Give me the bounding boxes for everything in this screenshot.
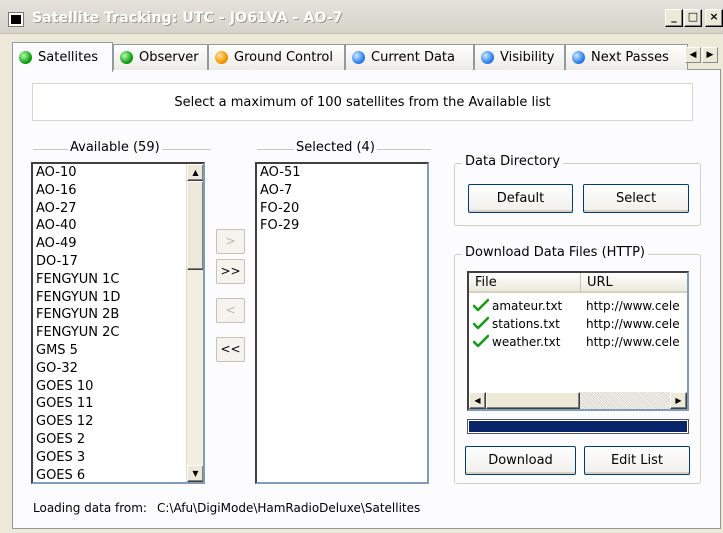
- scroll-left-button[interactable]: ◀: [469, 392, 486, 409]
- close-button[interactable]: ×: [705, 9, 723, 27]
- file-url: http://www.cele: [586, 299, 680, 313]
- tab-satellites[interactable]: Satellites: [12, 42, 113, 72]
- data-directory-legend: Data Directory: [462, 154, 564, 169]
- blue-ball-icon: [481, 51, 494, 64]
- column-header-file[interactable]: File: [469, 273, 581, 293]
- tab-strip: Satellites Observer Ground Control Curre…: [12, 42, 723, 72]
- remove-selected-button[interactable]: <: [216, 298, 245, 323]
- download-file-row[interactable]: amateur.txt http://www.cele: [469, 297, 687, 315]
- tab-ground-control[interactable]: Ground Control: [208, 44, 345, 70]
- available-list-item[interactable]: AO-40: [33, 217, 203, 235]
- scroll-up-button[interactable]: ▲: [187, 164, 203, 181]
- window-title: Satellite Tracking: UTC - JO61VA - AO-7: [32, 10, 343, 26]
- file-url: http://www.cele: [586, 335, 680, 349]
- available-listbox[interactable]: AO-10 AO-16 AO-27 AO-40 AO-49 DO-17 FENGYUN 1C…: [31, 162, 205, 484]
- tab-current-data[interactable]: Current Data: [345, 44, 474, 70]
- download-file-row[interactable]: weather.txt http://www.cele: [469, 333, 687, 351]
- progress-fill: [469, 421, 687, 432]
- tab-label: Current Data: [371, 50, 455, 65]
- available-list-item[interactable]: FENGYUN 1D: [33, 289, 203, 307]
- download-progress-bar: [467, 419, 689, 434]
- available-items: AO-10 AO-16 AO-27 AO-40 AO-49 DO-17 FENGYUN 1C…: [33, 164, 203, 482]
- orange-ball-icon: [215, 51, 228, 64]
- selected-caption: Selected (4): [294, 140, 377, 155]
- title-bar[interactable]: Satellite Tracking: UTC - JO61VA - AO-7 …: [0, 0, 723, 34]
- available-list-item[interactable]: AO-10: [33, 164, 203, 182]
- available-list-item[interactable]: GOES 12: [33, 413, 203, 431]
- download-file-row[interactable]: stations.txt http://www.cele: [469, 315, 687, 333]
- available-list-item[interactable]: AO-16: [33, 182, 203, 200]
- green-ball-icon: [19, 51, 32, 64]
- scroll-right-button[interactable]: ▶: [670, 392, 687, 409]
- available-list-item[interactable]: DO-17: [33, 253, 203, 271]
- download-button[interactable]: Download: [465, 446, 576, 475]
- scroll-track[interactable]: [580, 392, 670, 409]
- scroll-down-button[interactable]: ▼: [187, 465, 203, 482]
- checkmark-icon: [473, 298, 489, 312]
- blue-ball-icon: [352, 51, 365, 64]
- selected-list-item[interactable]: FO-29: [257, 217, 427, 235]
- listview-header: File URL: [469, 273, 687, 293]
- download-data-files-legend: Download Data Files (HTTP): [462, 245, 648, 260]
- scroll-thumb[interactable]: [486, 392, 580, 409]
- tab-label: Ground Control: [234, 50, 333, 65]
- file-url: http://www.cele: [586, 317, 680, 331]
- tab-label: Observer: [139, 50, 199, 65]
- selected-listbox[interactable]: AO-51 AO-7 FO-20 FO-29: [255, 162, 429, 484]
- vertical-scrollbar[interactable]: ▲ ▼: [186, 164, 203, 482]
- available-list-item[interactable]: GOES 2: [33, 431, 203, 449]
- green-ball-icon: [120, 51, 133, 64]
- tab-observer[interactable]: Observer: [113, 44, 208, 70]
- selected-list-item[interactable]: AO-51: [257, 164, 427, 182]
- checkmark-icon: [473, 334, 489, 348]
- tab-label: Visibility: [500, 50, 555, 65]
- available-list-item[interactable]: AO-27: [33, 200, 203, 218]
- available-list-item[interactable]: AO-49: [33, 235, 203, 253]
- available-list-item[interactable]: GOES 11: [33, 395, 203, 413]
- minimize-button[interactable]: _: [665, 9, 683, 27]
- tab-scroll-left-button[interactable]: ◀: [685, 47, 701, 63]
- available-list-item[interactable]: FENGYUN 1C: [33, 271, 203, 289]
- available-list-item[interactable]: GOES 6: [33, 467, 203, 482]
- tab-visibility[interactable]: Visibility: [474, 44, 565, 70]
- checkmark-icon: [473, 316, 489, 330]
- download-files-listview[interactable]: File URL amateur.txt http://www.cele stati…: [467, 271, 689, 411]
- select-directory-button[interactable]: Select: [583, 184, 689, 213]
- horizontal-scrollbar[interactable]: ◀ ▶: [469, 392, 687, 409]
- file-name: stations.txt: [492, 317, 560, 331]
- file-name: amateur.txt: [492, 299, 563, 313]
- available-list-item[interactable]: GOES 10: [33, 378, 203, 396]
- instruction-banner: Select a maximum of 100 satellites from …: [32, 83, 693, 121]
- scroll-thumb[interactable]: [187, 181, 203, 270]
- selected-list-item[interactable]: AO-7: [257, 182, 427, 200]
- available-list-item[interactable]: GOES 3: [33, 449, 203, 467]
- available-list-item[interactable]: GMS 5: [33, 342, 203, 360]
- tab-scroll-right-button[interactable]: ▶: [702, 47, 718, 63]
- app-icon[interactable]: [8, 12, 24, 27]
- available-list-item[interactable]: FENGYUN 2B: [33, 306, 203, 324]
- satellite-tracking-window: Satellite Tracking: UTC - JO61VA - AO-7 …: [0, 0, 723, 533]
- tab-next-passes[interactable]: Next Passes: [565, 44, 688, 70]
- maximize-button[interactable]: □: [684, 9, 702, 27]
- available-caption: Available (59): [68, 140, 162, 155]
- status-label: Loading data from:: [33, 501, 147, 515]
- status-path: C:\Afu\DigiMode\HamRadioDeluxe\Satellite…: [156, 501, 421, 515]
- selected-list-item[interactable]: FO-20: [257, 200, 427, 218]
- status-line: Loading data from: C:\Afu\DigiMode\HamRad…: [33, 501, 420, 515]
- tab-label: Next Passes: [591, 50, 669, 65]
- available-list-item[interactable]: FENGYUN 2C: [33, 324, 203, 342]
- file-name: weather.txt: [492, 335, 561, 349]
- add-selected-button[interactable]: >: [216, 229, 245, 254]
- column-header-url[interactable]: URL: [581, 273, 687, 293]
- available-list-item[interactable]: GO-32: [33, 360, 203, 378]
- tab-label: Satellites: [38, 50, 99, 65]
- edit-list-button[interactable]: Edit List: [584, 446, 690, 475]
- remove-all-button[interactable]: <<: [216, 337, 245, 362]
- selected-items: AO-51 AO-7 FO-20 FO-29: [257, 164, 427, 235]
- add-all-button[interactable]: >>: [216, 259, 245, 284]
- default-button[interactable]: Default: [468, 184, 573, 213]
- blue-ball-icon: [572, 51, 585, 64]
